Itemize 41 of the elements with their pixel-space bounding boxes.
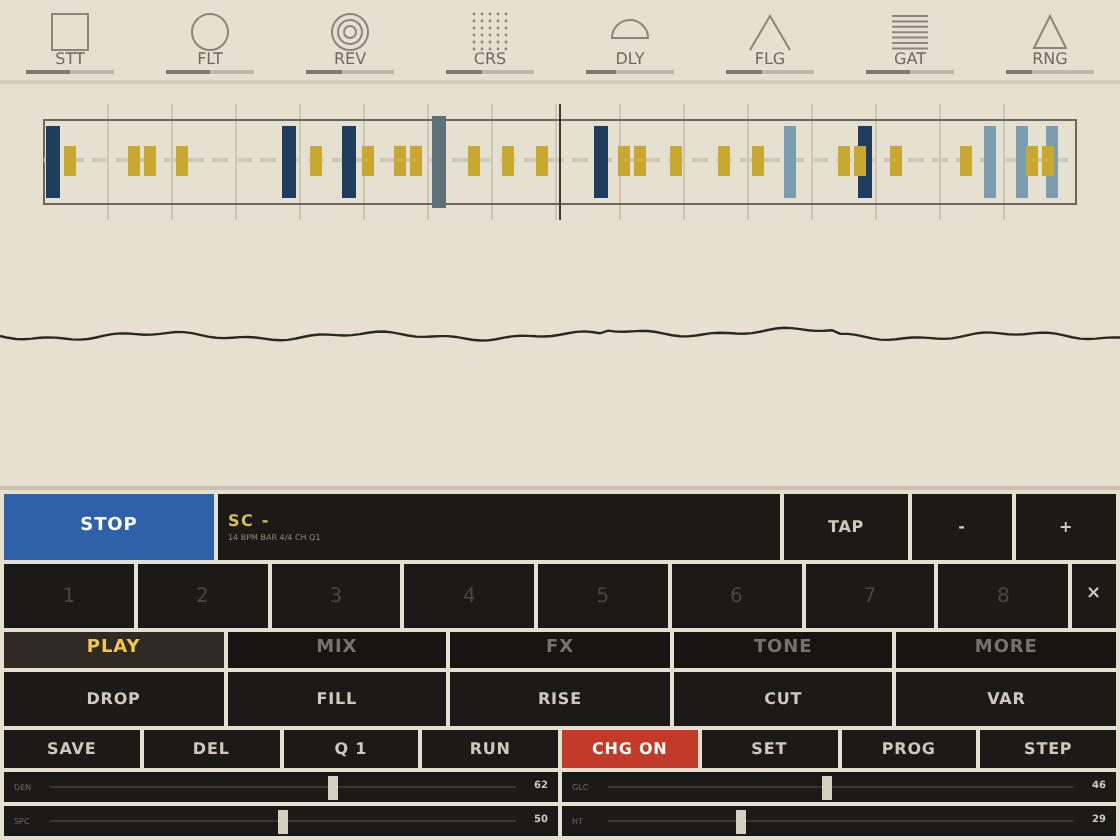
tab[interactable]: MORE <box>896 632 1116 668</box>
tap-button[interactable]: TAP <box>784 494 908 560</box>
slider-thumb[interactable] <box>735 809 746 833</box>
square-icon <box>46 10 94 54</box>
circle-icon <box>186 10 234 54</box>
command-button[interactable]: STEP <box>980 730 1116 768</box>
stop-button[interactable]: STOP <box>4 494 214 560</box>
tab[interactable]: PLAY <box>4 632 224 668</box>
command-button[interactable]: DEL <box>143 730 279 768</box>
action-button[interactable]: DROP <box>4 672 224 726</box>
scene-label: SC - <box>228 511 272 531</box>
effect-label: REV <box>333 50 367 68</box>
command-button[interactable]: PROG <box>841 730 977 768</box>
effect-label: GAT <box>894 50 926 68</box>
minus-button[interactable]: - <box>912 494 1012 560</box>
command-button[interactable]: SET <box>701 730 837 768</box>
clear-button[interactable]: × <box>1072 564 1116 628</box>
effect-label: CRS <box>473 50 507 68</box>
slider-thumb[interactable] <box>278 809 288 833</box>
plus-button[interactable]: + <box>1016 494 1116 560</box>
tab[interactable]: TONE <box>673 632 893 668</box>
effect-label: FLG <box>754 50 786 68</box>
command-button[interactable]: SAVE <box>4 730 140 768</box>
tab[interactable]: MIX <box>227 632 447 668</box>
effect-label: FLT <box>197 50 223 68</box>
action-button[interactable]: VAR <box>896 672 1116 726</box>
tab[interactable]: FX <box>450 632 670 668</box>
action-button[interactable]: RISE <box>450 672 670 726</box>
lines-icon <box>886 10 934 54</box>
slider-thumb[interactable] <box>822 775 833 799</box>
rings-icon <box>326 10 374 54</box>
effect-label: STT <box>55 50 85 68</box>
action-button[interactable]: CUT <box>673 672 893 726</box>
slider-thumb[interactable] <box>328 775 339 799</box>
command-button[interactable]: CHG ON <box>562 730 698 768</box>
command-button[interactable]: RUN <box>422 730 558 768</box>
effect-label: RNG <box>1032 50 1068 68</box>
effect-label: DLY <box>615 50 645 68</box>
peak-icon <box>746 10 794 54</box>
command-button[interactable]: Q 1 <box>283 730 419 768</box>
action-button[interactable]: FILL <box>227 672 447 726</box>
